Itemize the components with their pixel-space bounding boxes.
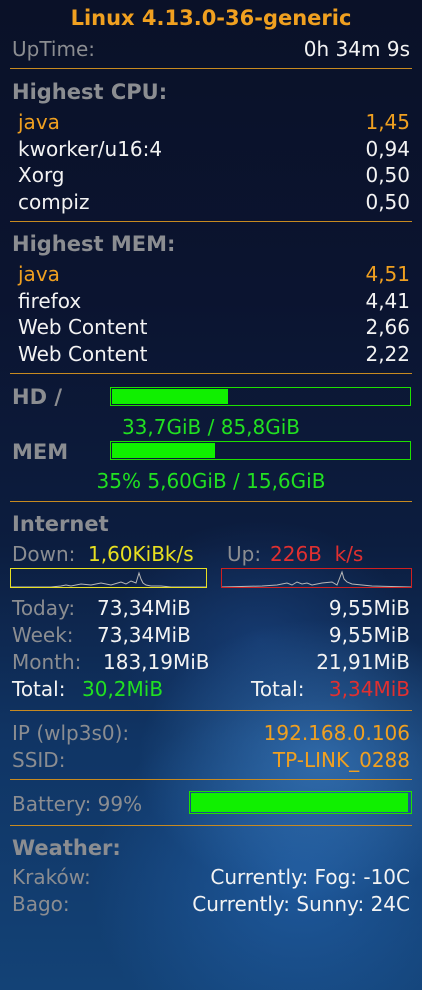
cpu-proc-value: 0,50 xyxy=(365,163,410,187)
stat-label: Month: xyxy=(12,650,82,674)
disk-usage-fill xyxy=(112,389,228,404)
disk-usage-bar xyxy=(110,387,411,406)
stat-up: 9,55MiB xyxy=(328,623,410,647)
cpu-proc-value: 0,94 xyxy=(365,137,410,161)
total-down: 30,2MiB xyxy=(82,677,164,701)
stat-up: 9,55MiB xyxy=(328,596,410,620)
mem-header: Highest MEM: xyxy=(12,232,176,256)
kernel-title: Linux 4.13.0-36-generic xyxy=(70,6,352,30)
weather-condition: Currently: Fog: -10C xyxy=(210,865,410,889)
mem-proc-value: 4,51 xyxy=(365,262,410,286)
stat-down: 73,34MiB xyxy=(97,596,191,620)
memory-label: MEM xyxy=(12,440,69,464)
mem-proc-name: Web Content xyxy=(18,342,148,366)
down-speed: 1,60KiBk/s xyxy=(88,542,194,566)
divider xyxy=(10,501,412,502)
weather-city: Kraków: xyxy=(12,865,91,889)
mem-proc-name: Web Content xyxy=(18,315,148,339)
weather-header: Weather: xyxy=(12,836,121,860)
memory-usage-fill xyxy=(112,443,215,458)
divider xyxy=(10,779,412,780)
mem-proc-name: firefox xyxy=(18,289,82,313)
down-label: Down: xyxy=(12,542,76,566)
stat-down: 183,19MiB xyxy=(103,650,210,674)
divider xyxy=(10,710,412,711)
mem-proc-value: 2,66 xyxy=(365,315,410,339)
divider xyxy=(10,373,412,374)
weather-condition: Currently: Sunny: 24C xyxy=(192,892,410,916)
memory-usage-bar xyxy=(110,441,411,460)
cpu-proc-name: java xyxy=(18,110,60,134)
mem-proc-name: java xyxy=(18,262,60,286)
battery-label: Battery: 99% xyxy=(12,792,143,816)
weather-city: Bago: xyxy=(12,892,70,916)
cpu-proc-name: kworker/u16:4 xyxy=(18,137,163,161)
battery-fill xyxy=(191,793,408,812)
divider xyxy=(10,221,412,222)
cpu-header: Highest CPU: xyxy=(12,80,168,104)
stat-label: Week: xyxy=(12,623,74,647)
stat-label: Today: xyxy=(12,596,76,620)
ssid-label: SSID: xyxy=(12,748,66,772)
up-speed: 226B k/s xyxy=(270,542,364,566)
uptime-label: UpTime: xyxy=(12,37,96,61)
ssid-value: TP-LINK_0288 xyxy=(272,748,410,772)
battery-bar xyxy=(189,791,412,814)
download-graph-plot xyxy=(11,571,206,587)
cpu-proc-value: 1,45 xyxy=(365,110,410,134)
upload-graph-plot xyxy=(222,570,411,587)
disk-label: HD / xyxy=(12,385,62,409)
download-graph xyxy=(10,568,207,588)
divider xyxy=(10,68,412,69)
stat-up: 21,91MiB xyxy=(316,650,410,674)
memory-usage-text: 35% 5,60GiB / 15,6GiB xyxy=(96,469,326,493)
cpu-proc-name: compiz xyxy=(18,190,90,214)
divider xyxy=(10,825,412,826)
stat-down: 73,34MiB xyxy=(97,623,191,647)
mem-proc-value: 2,22 xyxy=(365,342,410,366)
total-up: 3,34MiB xyxy=(328,677,410,701)
up-label: Up: xyxy=(227,542,262,566)
total-label: Total: xyxy=(251,677,305,701)
internet-header: Internet xyxy=(12,512,109,536)
disk-usage-text: 33,7GiB / 85,8GiB xyxy=(121,415,301,439)
cpu-proc-value: 0,50 xyxy=(365,190,410,214)
cpu-proc-name: Xorg xyxy=(18,163,65,187)
ip-value: 192.168.0.106 xyxy=(263,721,410,745)
total-label: Total: xyxy=(12,677,66,701)
uptime-value: 0h 34m 9s xyxy=(303,37,410,61)
upload-graph xyxy=(221,568,412,588)
conky-panel: Linux 4.13.0-36-generic UpTime: 0h 34m 9… xyxy=(0,0,422,990)
mem-proc-value: 4,41 xyxy=(365,289,410,313)
ip-label: IP (wlp3s0): xyxy=(12,721,130,745)
